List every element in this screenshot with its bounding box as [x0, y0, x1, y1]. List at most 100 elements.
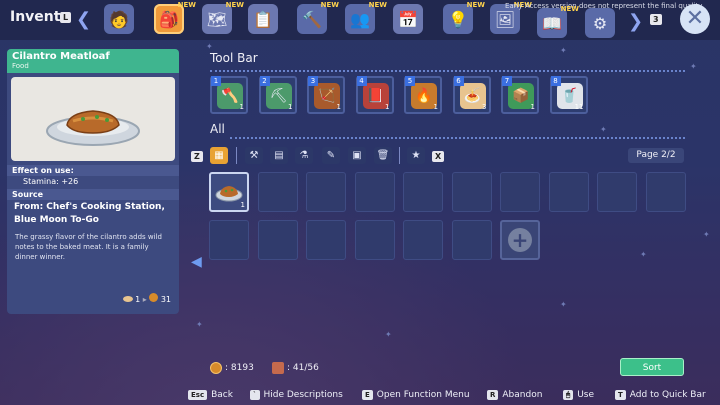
book-icon: 📖 — [542, 13, 562, 33]
portrait-icon: 🖼 — [494, 9, 516, 29]
toolbar-slot-5[interactable]: 🔥 5 1 — [404, 76, 442, 114]
tab-tasks[interactable]: 📋 — [248, 4, 278, 34]
divider — [230, 137, 685, 139]
tab-settings[interactable]: ⚙ — [585, 8, 615, 38]
divider — [210, 70, 685, 72]
inventory-slot[interactable] — [257, 220, 298, 260]
hint-key: ` — [250, 390, 260, 400]
filter-favorites-button[interactable]: ★ — [407, 147, 425, 164]
slot-number: 5 — [405, 76, 415, 86]
friends-icon: 👥 — [350, 9, 370, 29]
inventory-slot[interactable] — [354, 220, 395, 260]
divider — [236, 147, 237, 164]
source-label: Source — [7, 189, 179, 200]
meatloaf-plate-icon — [46, 110, 140, 146]
add-slot-button[interactable]: + — [500, 220, 540, 260]
potion-icon: ⚗ — [299, 150, 309, 161]
tab-character[interactable]: 🧑 — [104, 4, 134, 34]
hint-back[interactable]: Esc Back — [188, 390, 233, 400]
hint-label: Add to Quick Bar — [629, 390, 706, 400]
toolbar-slot-8[interactable]: 🥤 8 11 — [549, 76, 588, 114]
slot-count: 1 — [288, 103, 293, 111]
slot-count: 1 — [385, 103, 390, 111]
tab-friends[interactable]: 👥 NEW — [345, 1, 387, 34]
hint-open-function-menu[interactable]: E Open Function Menu — [362, 390, 470, 400]
page-indicator: Page 2/2 — [628, 148, 684, 163]
inventory-slot[interactable] — [257, 172, 298, 212]
tab-journal[interactable]: 📖 NEW — [537, 5, 579, 38]
slot-count: 1 — [433, 103, 438, 111]
inventory-slot[interactable] — [451, 220, 492, 260]
top-navigation-bar: Invento L ❮ 🧑 🎒 NEW 🗺 NEW 📋 🔨 NEW 👥 NEW 📅 💡 N… — [0, 0, 720, 40]
toolbar-slot-3[interactable]: 🏹 3 1 — [307, 76, 345, 114]
toolbar-slot-2[interactable]: ⛏ 2 1 — [258, 76, 297, 114]
inventory-slot[interactable] — [403, 172, 443, 212]
hammer-icon: 🔨 — [302, 9, 322, 29]
toolbar-slot-1[interactable]: 🪓 1 1 — [210, 76, 248, 114]
bag-capacity: : 41/56 — [287, 363, 319, 373]
inventory-slot[interactable] — [645, 172, 686, 212]
gold-amount: : 8193 — [225, 363, 254, 373]
slot-number: 4 — [356, 76, 367, 86]
inventory-slot[interactable] — [548, 172, 589, 212]
material-icon: ✎ — [326, 150, 336, 161]
hint-key: Esc — [188, 390, 208, 400]
next-tab-arrow-icon[interactable]: ❯ — [628, 11, 643, 32]
tab-crafting[interactable]: 🔨 NEW — [297, 1, 339, 34]
new-badge: NEW — [368, 1, 387, 9]
effect-label: Effect on use: — [7, 165, 179, 176]
grid-all-icon: ▦ — [214, 150, 224, 161]
inventory-slot[interactable] — [209, 220, 249, 260]
toolbar-slot-7[interactable]: 📦 7 1 — [501, 76, 539, 114]
filter-materials-button[interactable]: ✎ — [322, 147, 340, 164]
map-icon: 🗺 — [206, 9, 228, 29]
sell-price: 1 ▸ 31 — [122, 293, 171, 304]
hint-add-to-quick-bar[interactable]: T Add to Quick Bar — [615, 390, 706, 400]
item-description: The grassy flavor of the cilantro adds w… — [15, 233, 162, 261]
collapse-panel-arrow-icon[interactable]: ◀ — [191, 254, 202, 270]
filter-consumables-button[interactable]: ⚗ — [295, 147, 313, 164]
hint-hide-descriptions[interactable]: ` Hide Descriptions — [250, 390, 343, 400]
inventory-slot[interactable] — [597, 172, 637, 212]
inventory-slot-selected[interactable]: 1 — [209, 172, 249, 212]
inventory-slot[interactable] — [403, 220, 443, 260]
new-badge: NEW — [177, 1, 196, 9]
inventory-slot[interactable] — [306, 172, 346, 212]
gold-coin-icon — [210, 362, 222, 374]
gold-coin-icon — [149, 293, 159, 302]
prev-tab-arrow-icon[interactable]: ❮ — [76, 9, 91, 30]
item-header: Cilantro Meatloaf Food — [7, 49, 179, 73]
slot-number: 1 — [211, 76, 221, 86]
tab-calendar[interactable]: 📅 — [393, 4, 423, 34]
new-badge: NEW — [466, 1, 485, 9]
hint-key: T — [615, 390, 626, 400]
slot-number: 7 — [502, 76, 512, 86]
filter-misc-button[interactable]: ▣ — [348, 147, 366, 164]
toolbar-slot-6[interactable]: 🍝 6 3 — [452, 76, 491, 114]
hint-key: R — [487, 390, 499, 400]
sort-button[interactable]: Sort — [620, 358, 684, 376]
character-icon: 🧑 — [109, 9, 129, 29]
tab-inventory[interactable]: 🎒 NEW — [154, 1, 196, 34]
inventory-slot[interactable] — [306, 220, 346, 260]
slot-count: 1 — [240, 201, 245, 209]
tab-ideas[interactable]: 💡 NEW — [443, 1, 485, 34]
filter-furniture-button[interactable]: ▤ — [270, 147, 288, 164]
sell-quantity: 1 — [135, 295, 141, 304]
inventory-title: All — [210, 122, 225, 136]
slot-count: 1 — [530, 103, 535, 111]
hint-abandon[interactable]: R Abandon — [487, 390, 542, 400]
toolbar-slot-4[interactable]: 📕 4 1 — [355, 76, 394, 114]
inventory-slot[interactable] — [354, 172, 395, 212]
tab-map[interactable]: 🗺 NEW — [202, 1, 244, 34]
star-icon: ★ — [411, 150, 421, 161]
close-button[interactable]: ✕ — [680, 4, 710, 34]
filter-trash-button[interactable]: 🗑 — [374, 147, 392, 164]
inventory-slot[interactable] — [451, 172, 492, 212]
hint-use[interactable]: 🖱 Use — [563, 390, 594, 400]
filter-all-button[interactable]: ▦ — [210, 147, 228, 164]
inventory-slot[interactable] — [500, 172, 540, 212]
close-icon: ✕ — [685, 6, 705, 31]
filter-tools-button[interactable]: ⚒ — [245, 147, 263, 164]
toolbar-title: Tool Bar — [210, 51, 258, 65]
